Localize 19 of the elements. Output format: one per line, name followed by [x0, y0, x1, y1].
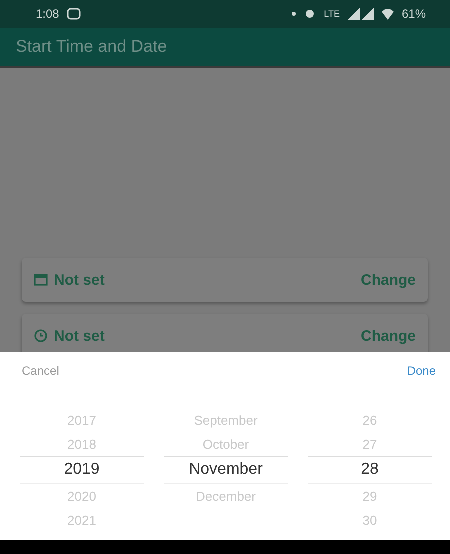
change-button[interactable]: Change [360, 328, 416, 344]
wifi-icon [382, 8, 394, 20]
picker-option[interactable]: November [164, 456, 288, 484]
done-button[interactable]: Done [407, 364, 436, 378]
picker-option[interactable]: 28 [308, 456, 432, 484]
clock-icon [34, 329, 48, 343]
battery-level: 61% [402, 7, 426, 21]
cancel-button[interactable]: Cancel [22, 364, 60, 378]
signal-icon [348, 8, 374, 20]
picker-option[interactable]: 2019 [20, 456, 144, 484]
calendar-icon [34, 274, 48, 286]
setting-value: Not set [54, 272, 105, 288]
notification-icon [67, 8, 82, 20]
dot-icon [292, 12, 296, 16]
setting-value: Not set [54, 328, 105, 344]
change-button[interactable]: Change [360, 272, 416, 288]
network-type: LTE [324, 9, 340, 19]
status-time: 1:08 [36, 7, 60, 21]
screen-title: Start Time and Date [16, 37, 168, 57]
